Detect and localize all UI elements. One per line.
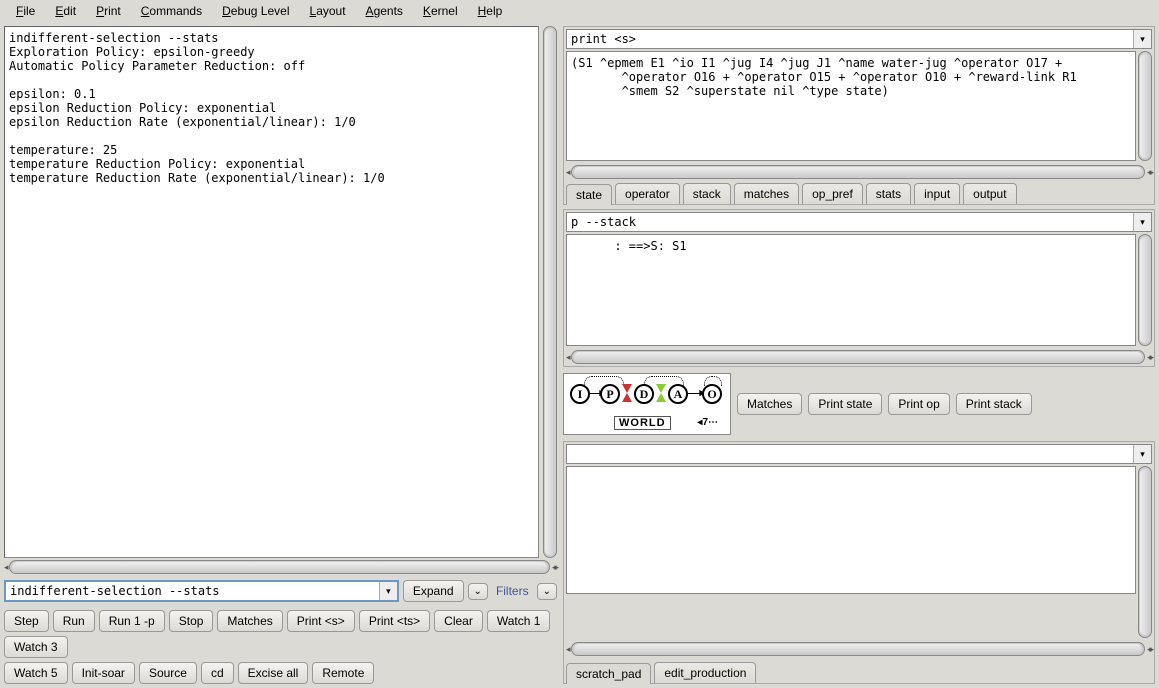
vertical-scrollbar[interactable]	[1138, 234, 1152, 346]
menu-kernel[interactable]: Kernel	[413, 2, 468, 20]
scroll-left-icon[interactable]: ◂	[566, 644, 569, 655]
remote-button[interactable]: Remote	[312, 662, 374, 684]
phase-a-icon: A	[668, 384, 688, 404]
stack-panel: p --stack ▾ : ==>S: S1 ◂ ◂▸	[563, 209, 1155, 367]
state-tabs: state operator stack matches op_pref sta…	[564, 183, 1154, 204]
initsoar-button[interactable]: Init-soar	[72, 662, 135, 684]
hourglass-red-icon	[622, 384, 632, 402]
scroll-right-icon[interactable]: ◂▸	[1147, 352, 1152, 363]
chevron-down-icon[interactable]: ▾	[1133, 30, 1151, 48]
scroll-left-icon[interactable]: ◂	[566, 167, 569, 178]
cycle-count: ◂7⋯	[697, 417, 718, 428]
menu-commands[interactable]: Commands	[131, 2, 212, 20]
diagram-printstate-button[interactable]: Print state	[808, 393, 882, 415]
scroll-right-icon[interactable]: ◂▸	[1147, 167, 1152, 178]
diagram-printstack-button[interactable]: Print stack	[956, 393, 1032, 415]
diagram-matches-button[interactable]: Matches	[737, 393, 802, 415]
scratch-output[interactable]	[566, 466, 1136, 594]
phase-i-icon: I	[570, 384, 590, 404]
tab-op-pref[interactable]: op_pref	[802, 183, 863, 204]
hourglass-green-icon	[656, 384, 666, 402]
run1p-button[interactable]: Run 1 -p	[99, 610, 165, 632]
vertical-scrollbar[interactable]	[543, 26, 557, 558]
menu-print[interactable]: Print	[86, 2, 131, 20]
tab-matches[interactable]: matches	[734, 183, 799, 204]
stop-button[interactable]: Stop	[169, 610, 214, 632]
console-output: indifferent-selection --stats Exploratio…	[4, 26, 539, 558]
tab-state[interactable]: state	[566, 184, 612, 205]
dropdown-button-2[interactable]: ⌄	[537, 583, 557, 600]
phase-p-icon: P	[600, 384, 620, 404]
menu-layout[interactable]: Layout	[300, 2, 356, 20]
dropdown-button-1[interactable]: ⌄	[468, 583, 488, 600]
vertical-scrollbar[interactable]	[1138, 51, 1152, 161]
menu-bar: File Edit Print Commands Debug Level Lay…	[0, 0, 1159, 22]
menu-debug-level[interactable]: Debug Level	[212, 2, 299, 20]
state-command-select[interactable]: print <s> ▾	[566, 29, 1152, 49]
tab-stats[interactable]: stats	[866, 183, 911, 204]
command-buttons: Step Run Run 1 -p Stop Matches Print <s>…	[4, 610, 557, 684]
chevron-down-icon[interactable]: ▾	[1133, 445, 1151, 463]
exciseall-button[interactable]: Excise all	[238, 662, 309, 684]
world-label: WORLD	[614, 416, 671, 430]
menu-file[interactable]: File	[6, 2, 45, 20]
decision-cycle-diagram: I P D A O WORLD ◂7⋯	[563, 373, 731, 435]
watch3-button[interactable]: Watch 3	[4, 636, 68, 658]
matches-button[interactable]: Matches	[217, 610, 282, 632]
step-button[interactable]: Step	[4, 610, 49, 632]
expand-button[interactable]: Expand	[403, 580, 464, 602]
clear-button[interactable]: Clear	[434, 610, 483, 632]
phase-d-icon: D	[634, 384, 654, 404]
menu-help[interactable]: Help	[468, 2, 513, 20]
menu-edit[interactable]: Edit	[45, 2, 86, 20]
diagram-printop-button[interactable]: Print op	[888, 393, 949, 415]
tab-scratch-pad[interactable]: scratch_pad	[566, 663, 651, 684]
tab-stack[interactable]: stack	[683, 183, 731, 204]
state-panel: print <s> ▾ (S1 ^epmem E1 ^io I1 ^jug I4…	[563, 26, 1155, 205]
phase-o-icon: O	[702, 384, 722, 404]
watch5-button[interactable]: Watch 5	[4, 662, 68, 684]
scroll-right-icon[interactable]: ◂▸	[1147, 644, 1152, 655]
scratch-panel: ▾ ◂ ◂▸ scratch_pad edit_production	[563, 441, 1155, 684]
stack-output: : ==>S: S1	[566, 234, 1136, 346]
watch1-button[interactable]: Watch 1	[487, 610, 551, 632]
tab-input[interactable]: input	[914, 183, 960, 204]
horizontal-scrollbar[interactable]	[571, 642, 1145, 656]
vertical-scrollbar[interactable]	[1138, 466, 1152, 638]
tab-edit-production[interactable]: edit_production	[654, 662, 756, 683]
scroll-left-icon[interactable]: ◂	[566, 352, 569, 363]
horizontal-scrollbar[interactable]	[571, 165, 1145, 179]
printts-button[interactable]: Print <ts>	[359, 610, 430, 632]
source-button[interactable]: Source	[139, 662, 197, 684]
menu-agents[interactable]: Agents	[356, 2, 413, 20]
command-input-combo[interactable]: ▾	[4, 580, 399, 602]
scroll-left-icon[interactable]: ◂	[4, 562, 7, 573]
state-output: (S1 ^epmem E1 ^io I1 ^jug I4 ^jug J1 ^na…	[566, 51, 1136, 161]
horizontal-scrollbar[interactable]	[571, 350, 1145, 364]
scratch-select[interactable]: ▾	[566, 444, 1152, 464]
cd-button[interactable]: cd	[201, 662, 234, 684]
horizontal-scrollbar[interactable]	[9, 560, 550, 574]
prints-button[interactable]: Print <s>	[287, 610, 355, 632]
filters-label[interactable]: Filters	[492, 584, 533, 598]
stack-command-select[interactable]: p --stack ▾	[566, 212, 1152, 232]
chevron-down-icon[interactable]: ▾	[1133, 213, 1151, 231]
tab-output[interactable]: output	[963, 183, 1016, 204]
command-input[interactable]	[6, 582, 379, 600]
scroll-right-icon[interactable]: ◂▸	[552, 562, 557, 573]
tab-operator[interactable]: operator	[615, 183, 680, 204]
run-button[interactable]: Run	[53, 610, 95, 632]
scratch-tabs: scratch_pad edit_production	[564, 662, 1154, 683]
chevron-down-icon[interactable]: ▾	[379, 582, 397, 600]
